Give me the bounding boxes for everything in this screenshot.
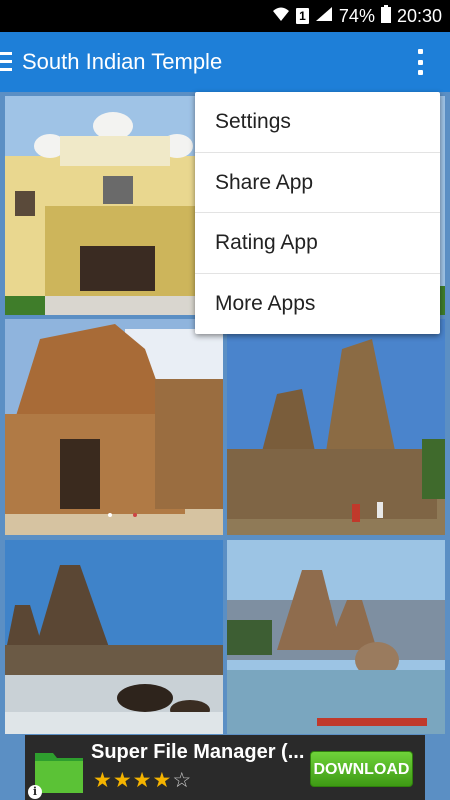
gallery-item-shore-temple-seaside[interactable]: [5, 540, 223, 734]
menu-icon[interactable]: [0, 52, 12, 72]
menu-item-settings[interactable]: Settings: [195, 92, 440, 153]
ad-info-icon[interactable]: i: [28, 785, 42, 799]
gallery-item-shore-temple-closeup[interactable]: [227, 319, 445, 535]
menu-item-share-app[interactable]: Share App: [195, 153, 440, 213]
ad-title: Super File Manager (...: [91, 741, 305, 763]
download-button[interactable]: DOWNLOAD: [310, 751, 413, 787]
battery-icon: [380, 4, 391, 28]
status-bar: 1 74% 20:30: [0, 0, 450, 32]
gallery-item-shore-temple-rocks[interactable]: [227, 540, 445, 734]
menu-item-more-apps[interactable]: More Apps: [195, 274, 440, 335]
more-options-icon[interactable]: [418, 49, 424, 75]
wifi-icon: [272, 6, 290, 27]
app-title: South Indian Temple: [22, 49, 223, 74]
status-icons: 1 74% 20:30: [272, 0, 442, 32]
menu-item-rating-app[interactable]: Rating App: [195, 213, 440, 274]
app-bar: South Indian Temple: [0, 32, 450, 92]
ad-banner[interactable]: Super File Manager (... ★★★★☆ DOWNLOAD i: [25, 735, 425, 800]
signal-icon: [315, 6, 333, 27]
sim-icon: 1: [295, 8, 309, 24]
gallery-item-gopuram-temple[interactable]: [5, 319, 223, 535]
clock: 20:30: [396, 5, 442, 26]
overflow-menu: Settings Share App Rating App More Apps: [195, 92, 440, 334]
star-icon: ★★★★: [93, 769, 173, 792]
battery-percent: 74%: [338, 5, 375, 26]
star-empty-icon: ☆: [172, 769, 193, 792]
ad-rating-stars: ★★★★☆: [93, 768, 192, 793]
